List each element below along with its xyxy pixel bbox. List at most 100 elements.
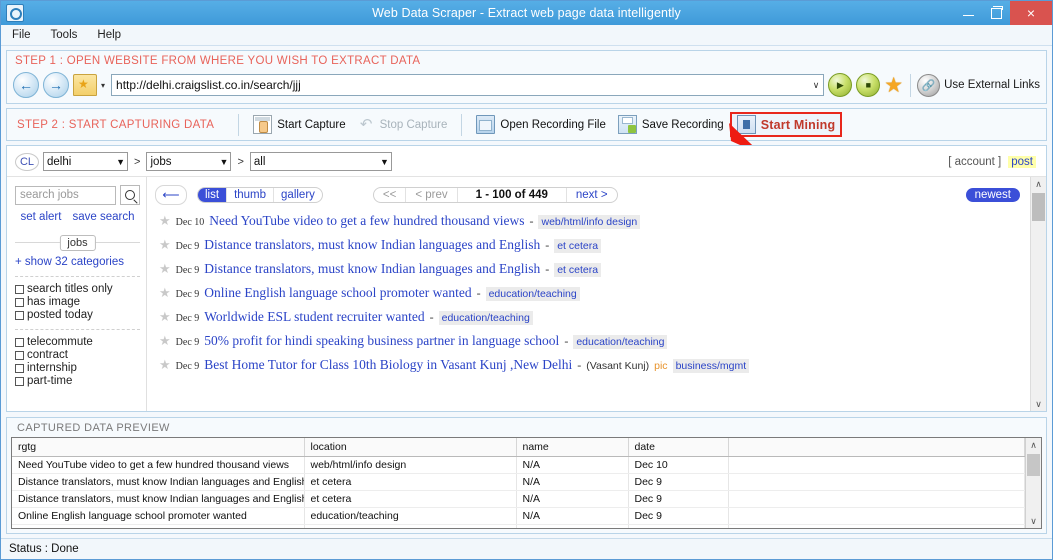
browser-scrollbar[interactable]: ∧ ∨ <box>1030 177 1046 411</box>
listing-title[interactable]: Distance translators, must know Indian l… <box>204 261 540 277</box>
pager-first[interactable]: << <box>374 188 407 202</box>
minimize-button[interactable] <box>954 1 982 25</box>
listing-title[interactable]: Best Home Tutor for Class 10th Biology i… <box>204 357 572 373</box>
stop-button[interactable]: ■ <box>856 73 881 97</box>
table-row[interactable]: Online English language school promoter … <box>12 507 1025 525</box>
listing-title[interactable]: Worldwide ESL student recruiter wanted <box>204 309 424 325</box>
filter-has-image[interactable]: has image <box>15 296 140 308</box>
favorite-star-icon[interactable]: ★ <box>159 214 171 227</box>
filter-telecommute[interactable]: telecommute <box>15 336 140 348</box>
forward-button[interactable]: → <box>43 72 69 98</box>
column-header-name[interactable]: name <box>516 438 629 457</box>
active-category-pill[interactable]: jobs <box>59 235 96 251</box>
listing-tag[interactable]: education/teaching <box>573 335 668 349</box>
listing-row[interactable]: ★ Dec 9 Online English language school p… <box>147 281 1030 305</box>
pager-prev[interactable]: < prev <box>406 188 458 202</box>
show-categories-link[interactable]: + show 32 categories <box>15 256 140 268</box>
checkbox[interactable] <box>15 350 24 360</box>
favorites-button[interactable]: ★ <box>73 74 97 96</box>
craigslist-logo[interactable]: CL <box>15 152 39 171</box>
favorites-dropdown-icon[interactable]: ▾ <box>101 81 105 90</box>
listing-row[interactable]: ★ Dec 9 Distance translators, must know … <box>147 233 1030 257</box>
listing-row[interactable]: ★ Dec 9 Worldwide ESL student recruiter … <box>147 305 1030 329</box>
favorite-star-icon[interactable]: ★ <box>159 286 171 299</box>
scrollbar-thumb[interactable] <box>1032 193 1045 221</box>
column-header-location[interactable]: location <box>304 438 517 457</box>
go-button[interactable]: ▶ <box>828 73 853 97</box>
set-alert-link[interactable]: set alert <box>21 211 62 223</box>
listing-title[interactable]: 50% profit for hindi speaking business p… <box>204 333 559 349</box>
listing-row[interactable]: ★ Dec 9 Best Home Tutor for Class 10th B… <box>147 353 1030 377</box>
scrollbar-track[interactable] <box>1026 452 1041 514</box>
view-thumb[interactable]: thumb <box>227 188 275 202</box>
address-bar[interactable]: http://delhi.craigslist.co.in/search/jjj… <box>111 74 825 96</box>
filter-contract[interactable]: contract <box>15 349 140 361</box>
listing-row[interactable]: ★ Dec 9 50% profit for hindi speaking bu… <box>147 329 1030 353</box>
save-recording-button[interactable]: Save Recording <box>612 113 730 136</box>
listing-tag[interactable]: education/teaching <box>485 287 580 301</box>
pager-next[interactable]: next > <box>567 188 617 202</box>
listing-title[interactable]: Need YouTube video to get a few hundred … <box>209 213 524 229</box>
menu-file[interactable]: File <box>9 28 34 42</box>
table-row[interactable]: Worldwide ESL student recruiter wanted e… <box>12 524 1025 528</box>
table-row[interactable]: Distance translators, must know Indian l… <box>12 473 1025 491</box>
favorite-star-icon[interactable]: ★ <box>159 310 171 323</box>
filter-internship[interactable]: internship <box>15 362 140 374</box>
maximize-button[interactable] <box>982 1 1010 25</box>
favorite-star-icon[interactable]: ★ <box>159 334 171 347</box>
search-button[interactable] <box>120 185 140 205</box>
save-search-link[interactable]: save search <box>72 211 134 223</box>
listing-title[interactable]: Online English language school promoter … <box>204 285 471 301</box>
scroll-down-icon[interactable]: ∨ <box>1035 397 1042 411</box>
url-dropdown-icon[interactable]: ∨ <box>809 80 820 91</box>
city-select[interactable]: delhi ▼ <box>43 152 128 171</box>
back-button[interactable]: ← <box>13 72 39 98</box>
menu-help[interactable]: Help <box>94 28 124 42</box>
use-external-links-button[interactable]: 🔗 Use External Links <box>910 73 1040 97</box>
scrollbar-thumb[interactable] <box>1027 454 1040 476</box>
checkbox[interactable] <box>15 284 24 294</box>
listing-tag[interactable]: et cetera <box>554 263 602 277</box>
checkbox[interactable] <box>15 376 24 386</box>
grid-scrollbar[interactable]: ∧ ∨ <box>1025 438 1041 528</box>
filter-part-time[interactable]: part-time <box>15 375 140 387</box>
listing-tag[interactable]: et cetera <box>554 239 602 253</box>
listing-row[interactable]: ★ Dec 9 Distance translators, must know … <box>147 257 1030 281</box>
scrollbar-track[interactable] <box>1031 191 1046 397</box>
listing-tag[interactable]: business/mgmt <box>672 359 750 373</box>
favorite-star-icon[interactable]: ★ <box>159 238 171 251</box>
view-gallery[interactable]: gallery <box>274 188 322 202</box>
filter-posted-today[interactable]: posted today <box>15 309 140 321</box>
table-row[interactable]: Distance translators, must know Indian l… <box>12 490 1025 508</box>
table-row[interactable]: Need YouTube video to get a few hundred … <box>12 456 1025 474</box>
add-favorite-star-icon[interactable]: ★ <box>884 75 903 96</box>
search-input[interactable]: search jobs <box>15 185 116 205</box>
scroll-up-icon[interactable]: ∧ <box>1030 438 1037 452</box>
checkbox[interactable] <box>15 310 24 320</box>
post-link[interactable]: post <box>1008 155 1036 168</box>
category-group-select[interactable]: jobs ▼ <box>146 152 232 171</box>
account-link[interactable]: [ account ] <box>948 156 1001 168</box>
column-header-rgtg[interactable]: rgtg <box>12 438 305 457</box>
open-recording-file-button[interactable]: Open Recording File <box>470 113 611 136</box>
checkbox[interactable] <box>15 363 24 373</box>
view-list[interactable]: list <box>198 188 228 202</box>
scroll-up-icon[interactable]: ∧ <box>1035 177 1042 191</box>
column-header-date[interactable]: date <box>628 438 729 457</box>
scroll-down-icon[interactable]: ∨ <box>1030 514 1037 528</box>
listing-tag[interactable]: education/teaching <box>438 311 533 325</box>
close-button[interactable]: × <box>1010 1 1052 25</box>
category-select[interactable]: all ▼ <box>249 152 392 171</box>
start-mining-button[interactable]: Start Mining <box>729 112 843 137</box>
menu-tools[interactable]: Tools <box>48 28 81 42</box>
listing-title[interactable]: Distance translators, must know Indian l… <box>204 237 540 253</box>
checkbox[interactable] <box>15 337 24 347</box>
listing-tag[interactable]: web/html/info design <box>538 215 641 229</box>
listings-back-button[interactable]: ⟵ <box>155 185 187 205</box>
start-capture-button[interactable]: Start Capture <box>247 113 351 136</box>
filter-search-titles-only[interactable]: search titles only <box>15 283 140 295</box>
column-header-blank[interactable] <box>728 438 1025 457</box>
favorite-star-icon[interactable]: ★ <box>159 262 171 275</box>
checkbox[interactable] <box>15 297 24 307</box>
listing-row[interactable]: ★ Dec 10 Need YouTube video to get a few… <box>147 209 1030 233</box>
